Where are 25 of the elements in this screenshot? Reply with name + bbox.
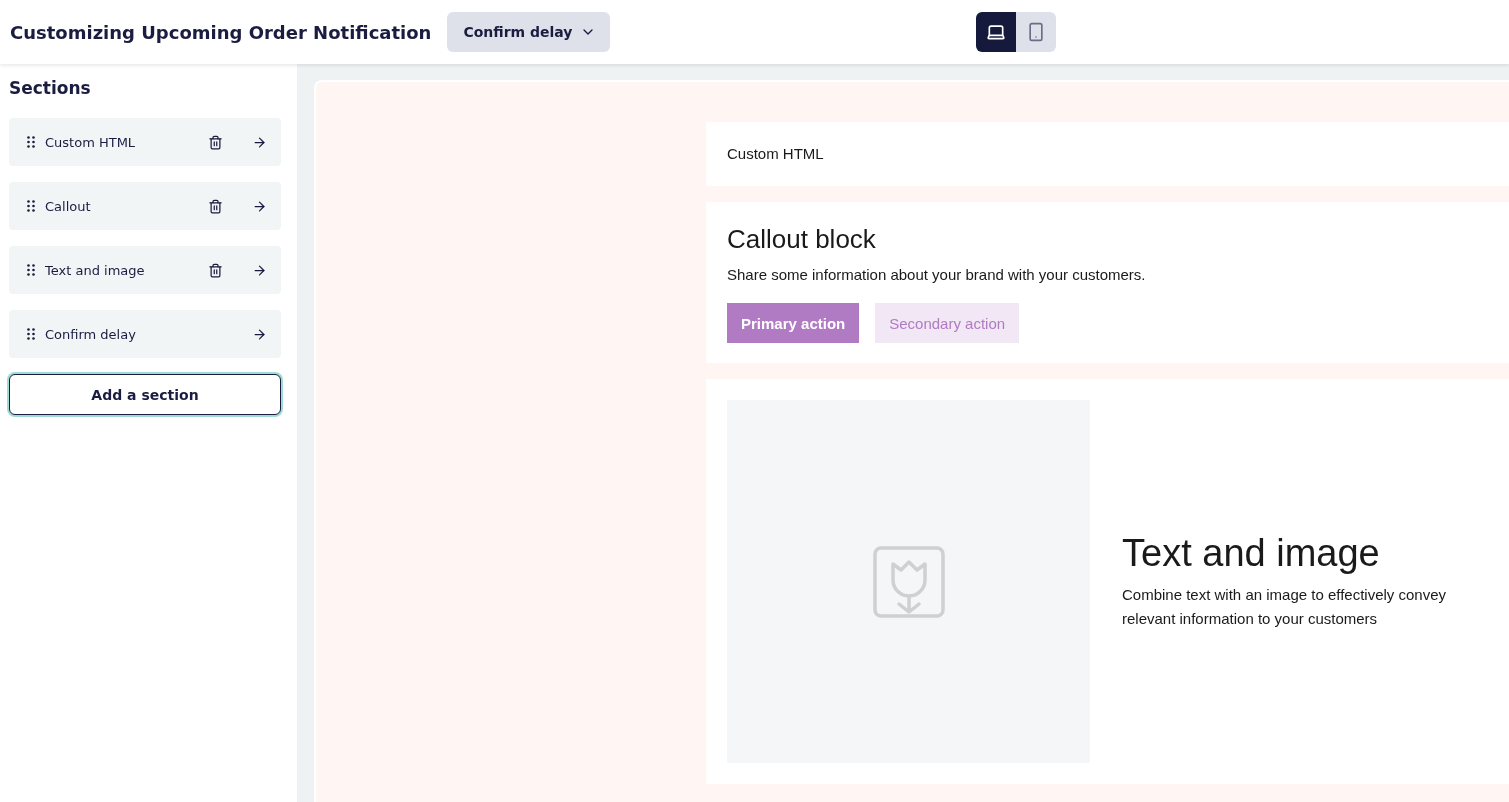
section-dropdown[interactable]: Confirm delay xyxy=(447,12,611,52)
page-title: Customizing Upcoming Order Notification xyxy=(10,21,432,43)
section-item[interactable]: Confirm delay xyxy=(9,310,281,358)
section-item[interactable]: Text and image xyxy=(9,246,281,294)
block-text: Combine text with an image to effectively convey relevant information to your customers xyxy=(1122,585,1448,629)
device-toggle[interactable] xyxy=(976,12,1017,52)
sidebar-title: Sections xyxy=(9,78,92,98)
section-label: Custom HTML xyxy=(45,134,137,150)
drag-handle-icon xyxy=(27,264,35,276)
laptop-icon xyxy=(986,22,1007,42)
section-item[interactable]: Callout xyxy=(9,182,281,230)
block-title: Callout block xyxy=(727,224,877,255)
device-toggle[interactable] xyxy=(1016,12,1057,52)
section-item[interactable]: Custom HTML xyxy=(9,118,281,166)
drag-handle-icon xyxy=(27,200,35,212)
block-title: Text and image xyxy=(1122,532,1381,575)
add-section-button[interactable]: Add a section xyxy=(9,374,281,415)
drag-handle-icon xyxy=(27,328,35,340)
drag-handle-icon xyxy=(27,136,35,148)
section-label: Text and image xyxy=(45,262,146,278)
section-label: Confirm delay xyxy=(45,326,137,342)
block-text: Share some information about your brand with your customers. xyxy=(727,265,1147,285)
section-label: Callout xyxy=(45,198,92,214)
block-text: Custom HTML xyxy=(727,144,825,164)
flower-icon xyxy=(872,545,945,618)
